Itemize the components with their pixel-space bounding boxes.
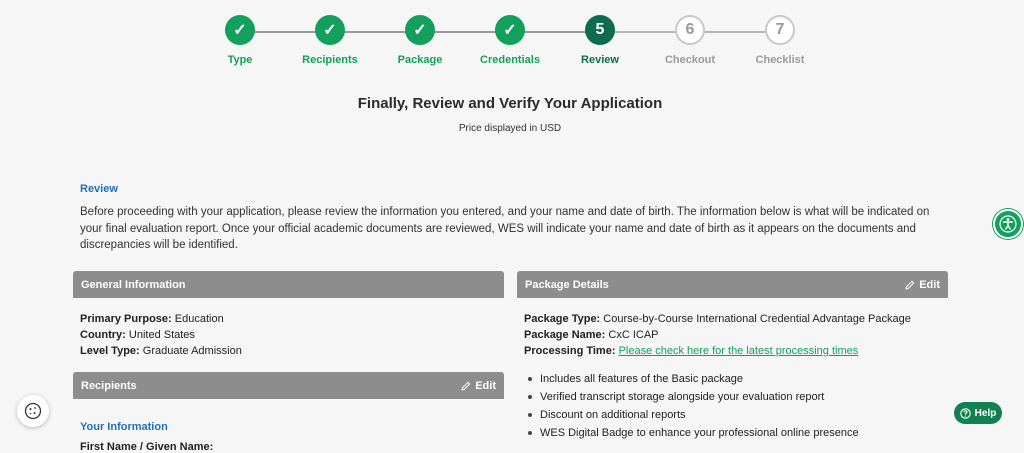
list-item: Includes all features of the Basic packa…	[524, 371, 948, 387]
help-button[interactable]: Help	[954, 402, 1002, 424]
price-note: Price displayed in USD	[458, 123, 562, 134]
step-recipients[interactable]: ✓ Recipients	[280, 15, 380, 66]
package-name-row: Package Name: CxC ICAP	[524, 327, 948, 343]
country-row: Country: United States	[80, 327, 500, 343]
processing-time-label: Processing Time:	[524, 345, 616, 357]
check-icon: ✓	[315, 15, 345, 45]
recipients-edit-button[interactable]: Edit	[461, 380, 496, 392]
review-heading: Review	[80, 183, 118, 195]
list-item: WES Digital Badge to enhance your profes…	[524, 425, 948, 441]
general-info-header: General Information	[73, 271, 504, 298]
level-type-value: Graduate Admission	[142, 345, 242, 357]
step-label: Type	[227, 54, 253, 66]
list-item: Verified transcript storage alongside yo…	[524, 389, 948, 405]
step-label: Review	[581, 54, 619, 66]
package-edit-button[interactable]: Edit	[905, 279, 940, 291]
package-type-label: Package Type:	[524, 313, 601, 325]
cookie-icon	[24, 402, 42, 420]
edit-label: Edit	[919, 278, 940, 291]
pencil-icon	[461, 381, 471, 391]
package-features-list: Includes all features of the Basic packa…	[524, 371, 948, 441]
review-text: Before proceeding with your application,…	[80, 206, 930, 251]
country-label: Country:	[80, 329, 126, 341]
pencil-icon	[905, 280, 915, 290]
accessibility-button[interactable]	[993, 209, 1023, 239]
level-type-label: Level Type:	[80, 345, 140, 357]
country-value: United States	[128, 329, 195, 341]
your-information-heading: Your Information	[80, 421, 168, 433]
check-icon: ✓	[405, 15, 435, 45]
package-type-value: Course-by-Course International Credentia…	[603, 313, 911, 325]
step-package[interactable]: ✓ Package	[370, 15, 470, 66]
recipients-header: Recipients Edit	[73, 372, 504, 399]
step-label: Recipients	[302, 54, 358, 66]
step-label: Checklist	[755, 54, 805, 66]
cookie-settings-button[interactable]	[17, 395, 49, 427]
package-details-title: Package Details	[525, 278, 609, 291]
processing-times-link[interactable]: Please check here for the latest process…	[619, 345, 859, 357]
step-credentials[interactable]: ✓ Credentials	[460, 15, 560, 66]
primary-purpose-value: Education	[174, 313, 224, 325]
step-number: 7	[765, 15, 795, 45]
question-circle-icon	[959, 407, 971, 419]
primary-purpose-label: Primary Purpose:	[80, 313, 172, 325]
package-details-body: Package Type: Course-by-Course Internati…	[524, 311, 948, 443]
step-checkout: 6 Checkout	[640, 15, 740, 66]
step-label: Package	[397, 54, 443, 66]
recipients-title: Recipients	[81, 379, 137, 392]
step-label: Credentials	[480, 54, 540, 66]
step-number: 5	[585, 15, 615, 45]
general-info-title: General Information	[81, 278, 186, 291]
package-type-row: Package Type: Course-by-Course Internati…	[524, 311, 948, 327]
primary-purpose-row: Primary Purpose: Education	[80, 311, 500, 327]
check-icon: ✓	[495, 15, 525, 45]
processing-time-row: Processing Time: Please check here for t…	[524, 343, 948, 359]
step-type[interactable]: ✓ Type	[190, 15, 290, 66]
page-title: Finally, Review and Verify Your Applicat…	[357, 95, 663, 112]
accessibility-icon	[999, 215, 1017, 233]
package-name-label: Package Name:	[524, 329, 606, 341]
level-type-row: Level Type: Graduate Admission	[80, 343, 500, 359]
progress-stepper: ✓ Type ✓ Recipients ✓ Package ✓ Credenti…	[0, 0, 1024, 80]
step-checklist: 7 Checklist	[730, 15, 830, 66]
step-number: 6	[675, 15, 705, 45]
package-name-value: CxC ICAP	[608, 329, 659, 341]
first-name-label: First Name / Given Name:	[80, 441, 214, 453]
help-label: Help	[974, 407, 997, 419]
step-label: Checkout	[664, 54, 716, 66]
package-details-header: Package Details Edit	[517, 271, 948, 298]
list-item: Discount on additional reports	[524, 407, 948, 423]
check-icon: ✓	[225, 15, 255, 45]
step-review: 5 Review	[550, 15, 650, 66]
general-info-body: Primary Purpose: Education Country: Unit…	[80, 311, 500, 359]
edit-label: Edit	[475, 379, 496, 392]
